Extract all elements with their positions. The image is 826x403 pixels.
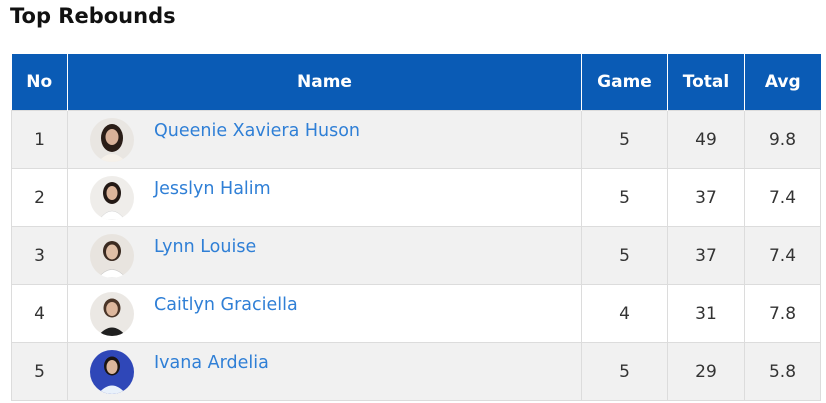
table-row: 1 Queenie Xaviera Huson 5 49 9.8	[11, 110, 821, 169]
player-cell: Ivana Ardelia	[67, 342, 582, 401]
player-name-link[interactable]: Queenie Xaviera Huson	[154, 121, 360, 141]
player-name-link[interactable]: Caitlyn Graciella	[154, 295, 298, 315]
page-title: Top Rebounds	[10, 4, 176, 28]
table-row: 5 Ivana Ardelia 5 29 5.8	[11, 342, 821, 401]
player-cell: Jesslyn Halim	[67, 168, 582, 227]
column-header-name: Name	[67, 54, 582, 111]
rank-cell: 4	[11, 284, 68, 343]
column-header-no: No	[11, 54, 68, 111]
player-avatar[interactable]	[90, 233, 134, 278]
table-row: 4 Caitlyn Graciella 4 31 7.8	[11, 284, 821, 343]
column-header-total: Total	[667, 54, 745, 111]
rank-cell: 2	[11, 168, 68, 227]
player-avatar[interactable]	[90, 291, 134, 336]
total-cell: 37	[667, 226, 745, 285]
game-cell: 5	[581, 168, 668, 227]
player-name-link[interactable]: Jesslyn Halim	[154, 179, 271, 199]
table-header-row: No Name Game Total Avg	[11, 54, 821, 111]
avg-cell: 7.8	[744, 284, 821, 343]
table-row: 2 Jesslyn Halim 5 37 7.4	[11, 168, 821, 227]
column-header-avg: Avg	[744, 54, 821, 111]
game-cell: 5	[581, 110, 668, 169]
player-name-link[interactable]: Lynn Louise	[154, 237, 256, 257]
avg-cell: 5.8	[744, 342, 821, 401]
total-cell: 31	[667, 284, 745, 343]
column-header-game: Game	[581, 54, 668, 111]
player-cell: Caitlyn Graciella	[67, 284, 582, 343]
rank-cell: 3	[11, 226, 68, 285]
rank-cell: 5	[11, 342, 68, 401]
avg-cell: 7.4	[744, 168, 821, 227]
rank-cell: 1	[11, 110, 68, 169]
avg-cell: 9.8	[744, 110, 821, 169]
player-cell: Queenie Xaviera Huson	[67, 110, 582, 169]
player-avatar[interactable]	[90, 349, 134, 394]
player-cell: Lynn Louise	[67, 226, 582, 285]
total-cell: 49	[667, 110, 745, 169]
game-cell: 4	[581, 284, 668, 343]
total-cell: 37	[667, 168, 745, 227]
player-name-link[interactable]: Ivana Ardelia	[154, 353, 269, 373]
table-row: 3 Lynn Louise 5 37 7.4	[11, 226, 821, 285]
avg-cell: 7.4	[744, 226, 821, 285]
player-avatar[interactable]	[90, 175, 134, 220]
game-cell: 5	[581, 342, 668, 401]
player-avatar[interactable]	[90, 117, 134, 162]
rebounds-table: No Name Game Total Avg 1 Queenie Xaviera…	[11, 54, 821, 401]
game-cell: 5	[581, 226, 668, 285]
total-cell: 29	[667, 342, 745, 401]
